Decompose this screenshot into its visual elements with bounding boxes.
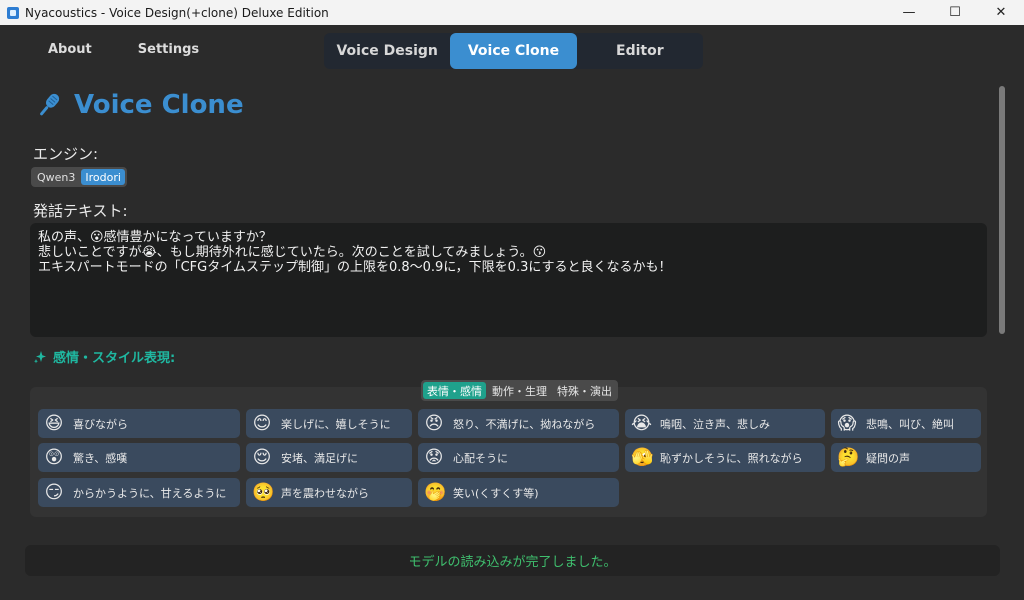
hand-over-mouth-face-icon: 🤭 [424,481,447,503]
style-button-surprise[interactable]: 😲 驚き、感嘆 [38,443,240,472]
thinking-face-icon: 🤔 [837,446,860,468]
style-button-tremble[interactable]: 🥺 声を震わせながら [246,478,412,507]
page-title: Voice Clone [74,90,244,120]
close-button[interactable]: ✕ [978,0,1024,25]
style-button-label: 心配そうに [453,451,508,465]
engine-option-qwen3[interactable]: Qwen3 [33,169,79,185]
style-button-question[interactable]: 🤔 疑問の声 [831,443,981,472]
settings-link[interactable]: Settings [120,36,217,63]
category-action[interactable]: 動作・生理 [488,382,551,399]
tab-voice-clone[interactable]: Voice Clone [450,33,577,69]
microphone-icon [40,93,60,116]
style-button-happy[interactable]: 😊 楽しげに、嬉しそうに [246,409,412,438]
style-button-label: 安堵、満足げに [281,451,358,465]
astonished-face-icon: 😲 [44,446,64,468]
window-controls: — ☐ ✕ [886,0,1024,25]
top-nav: About Settings [30,36,217,63]
screaming-face-icon: 😱 [837,412,857,434]
style-button-sob[interactable]: 😭 嗚咽、泣き声、悲しみ [625,409,825,438]
worried-face-icon: 😟 [424,446,444,468]
about-link[interactable]: About [30,36,110,63]
category-selector: 表情・感情 動作・生理 特殊・演出 [421,380,618,401]
minimize-button[interactable]: — [886,0,932,25]
relieved-face-icon: 😌 [252,446,272,468]
style-button-tease[interactable]: 😏 からかうように、甘えるように [38,478,240,507]
angry-face-icon: 😠 [424,412,444,434]
style-button-label: 楽しげに、嬉しそうに [281,417,391,431]
speech-text-input[interactable]: 私の声、😮感情豊かになっていますか？ 悲しいことですが😭、もし期待外れに感じてい… [30,223,987,337]
style-button-label: 怒り、不満げに、拗ねながら [453,417,596,431]
style-button-joy[interactable]: 😆 喜びながら [38,409,240,438]
crying-face-icon: 😭 [631,412,653,434]
speech-text-label: 発話テキスト: [33,202,128,220]
style-button-label: 嗚咽、泣き声、悲しみ [660,417,770,431]
tab-voice-design[interactable]: Voice Design [324,33,450,69]
style-section-title: 感情・スタイル表現: [53,351,176,366]
style-button-label: 悲鳴、叫び、絶叫 [866,417,954,431]
peeking-face-icon: 🫣 [631,446,654,468]
app-icon [7,6,19,19]
style-button-label: 驚き、感嘆 [73,451,128,465]
smiling-face-icon: 😊 [252,412,272,434]
smirking-face-icon: 😏 [44,481,64,503]
style-button-relief[interactable]: 😌 安堵、満足げに [246,443,412,472]
laughing-face-icon: 😆 [44,412,64,434]
title-bar: Nyacoustics - Voice Design(+clone) Delux… [0,0,1024,25]
style-button-worry[interactable]: 😟 心配そうに [418,443,619,472]
style-button-label: 恥ずかしそうに、照れながら [660,451,803,465]
main-tabs: Voice Design Voice Clone Editor [324,33,703,69]
style-button-giggle[interactable]: 🤭 笑い(くすくす等) [418,478,619,507]
category-special[interactable]: 特殊・演出 [553,382,616,399]
pleading-face-icon: 🥺 [252,481,275,503]
style-button-angry[interactable]: 😠 怒り、不満げに、拗ねながら [418,409,619,438]
engine-option-irodori[interactable]: Irodori [81,169,125,185]
style-section-header: 感情・スタイル表現: [33,347,175,366]
scrollbar[interactable] [999,86,1005,334]
tab-editor[interactable]: Editor [577,33,703,69]
style-button-label: 声を震わせながら [281,486,369,500]
style-button-shy[interactable]: 🫣 恥ずかしそうに、照れながら [625,443,825,472]
window-title: Nyacoustics - Voice Design(+clone) Delux… [25,5,329,20]
style-button-label: からかうように、甘えるように [73,486,227,500]
style-button-label: 喜びながら [73,417,128,431]
status-bar: モデルの読み込みが完了しました。 [25,545,1000,576]
sparkle-icon [34,350,46,363]
page-header: Voice Clone [34,90,244,120]
style-button-scream[interactable]: 😱 悲鳴、叫び、絶叫 [831,409,981,438]
style-button-label: 笑い(くすくす等) [453,486,539,500]
engine-selector: Qwen3 Irodori [31,167,127,187]
category-expression[interactable]: 表情・感情 [423,382,486,399]
maximize-button[interactable]: ☐ [932,0,978,25]
style-button-label: 疑問の声 [866,451,910,465]
engine-label: エンジン: [33,145,99,163]
